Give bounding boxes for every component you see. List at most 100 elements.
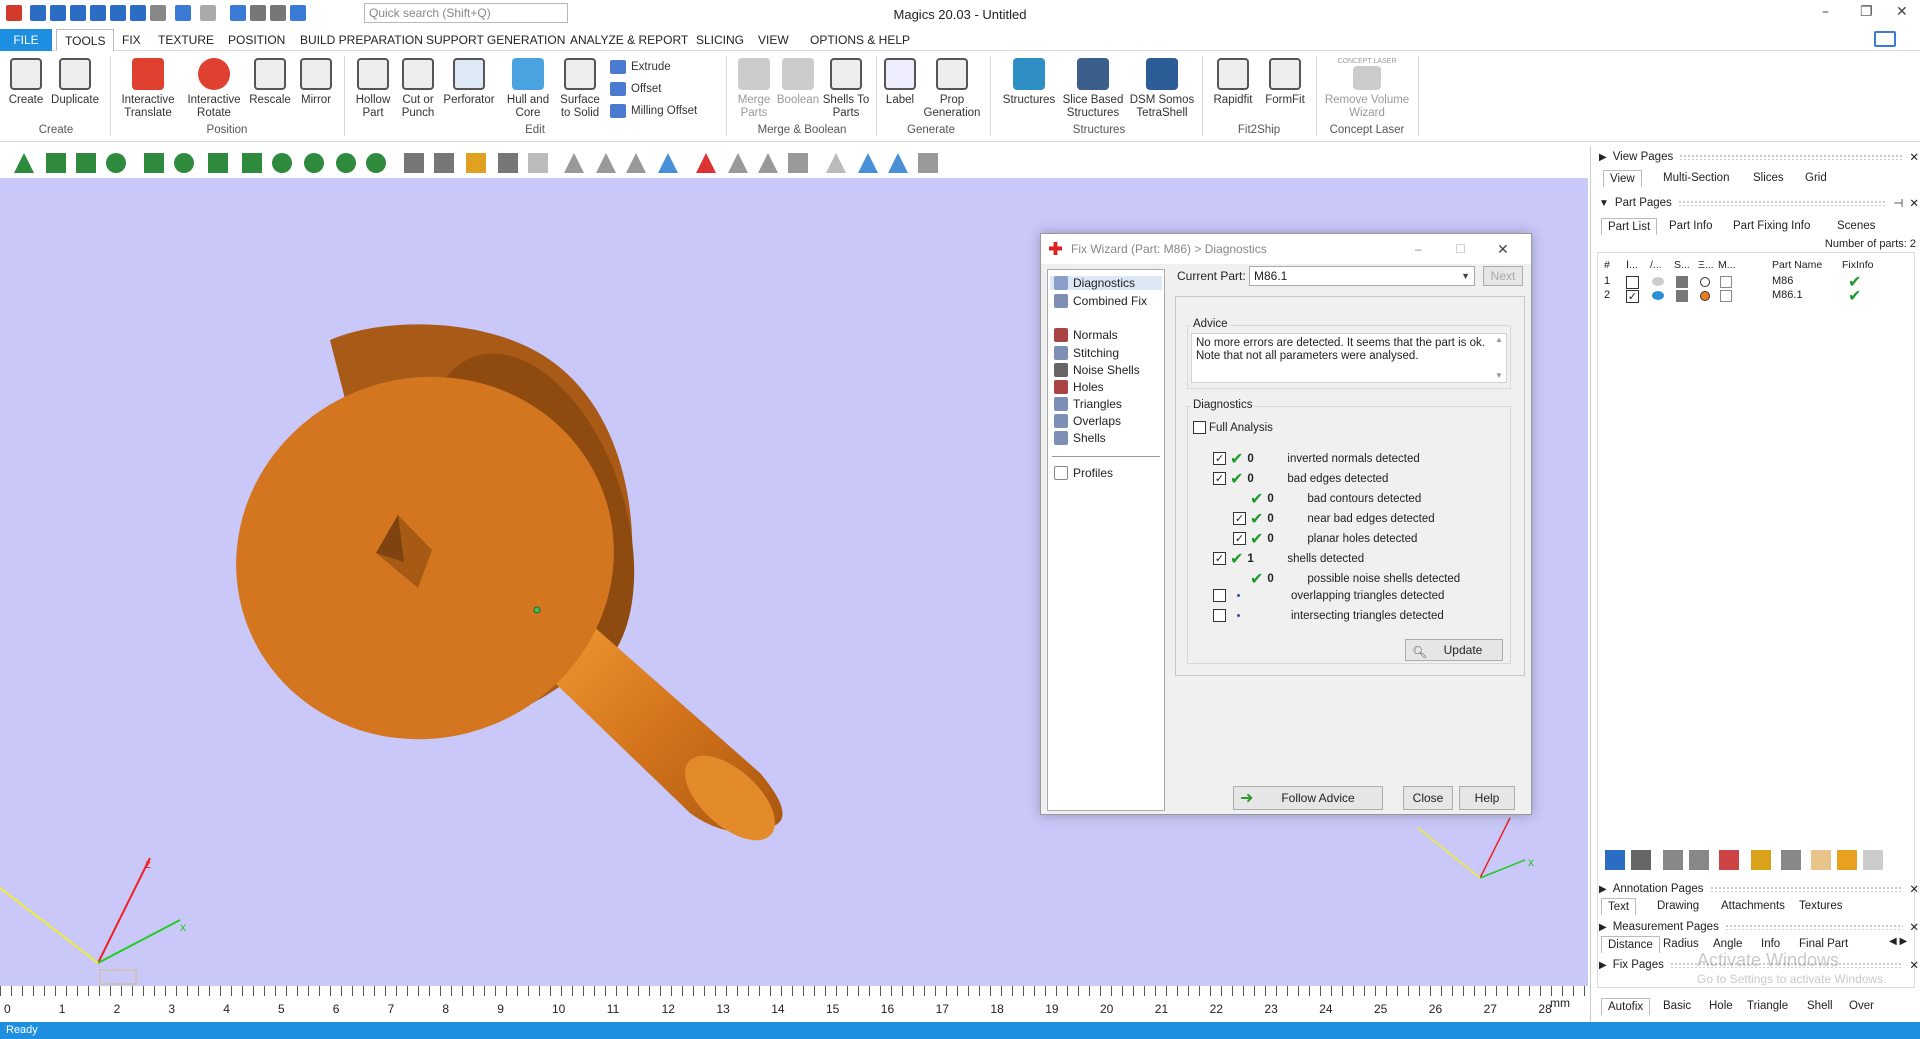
triangle-shrink-icon[interactable] xyxy=(888,153,908,173)
cut-or-punch-button[interactable]: Cut or Punch xyxy=(398,58,438,120)
table-row[interactable]: 1 M86 ✔ xyxy=(1598,272,1914,291)
import-part-icon[interactable] xyxy=(1605,850,1625,870)
diagnostic-checkbox[interactable] xyxy=(1213,609,1226,622)
menu-analyze-report[interactable]: ANALYZE & REPORT xyxy=(562,29,696,51)
nav-stitching[interactable]: Stitching xyxy=(1054,346,1119,360)
view-back-icon[interactable] xyxy=(498,153,518,173)
mark-cone-icon[interactable] xyxy=(336,153,356,173)
merge-parts-button[interactable]: Merge Parts xyxy=(732,58,776,120)
current-part-select[interactable]: M86.1 ▼ xyxy=(1249,266,1475,286)
minimize-icon[interactable]: – xyxy=(1822,4,1829,20)
view-wire-icon[interactable] xyxy=(434,153,454,173)
nav-triangles[interactable]: Triangles xyxy=(1054,397,1122,411)
menu-tools[interactable]: TOOLS xyxy=(56,29,115,51)
color-swatch-icon[interactable] xyxy=(1700,277,1710,287)
shading-icon[interactable] xyxy=(1676,290,1688,302)
fix-part-icon[interactable] xyxy=(1751,850,1771,870)
unmark-triangle-icon[interactable] xyxy=(564,153,584,173)
triangle-invert-icon[interactable] xyxy=(918,153,938,173)
view-hidden-icon[interactable] xyxy=(528,153,548,173)
mark-ellipse-icon[interactable] xyxy=(366,153,386,173)
pin-icon[interactable]: ⊣ xyxy=(1893,196,1903,210)
menu-build-preparation[interactable]: BUILD PREPARATION xyxy=(292,29,431,51)
copy-marked-icon[interactable] xyxy=(758,153,778,173)
mark-surface-icon[interactable] xyxy=(76,153,96,173)
nav-profiles[interactable]: Profiles xyxy=(1054,466,1113,480)
tab-part-fixing-info[interactable]: Part Fixing Info xyxy=(1727,218,1816,234)
perforator-button[interactable]: Perforator xyxy=(440,58,498,107)
invert-marked-icon[interactable] xyxy=(596,153,616,173)
separate-marked-icon[interactable] xyxy=(728,153,748,173)
nav-combined-fix[interactable]: Combined Fix xyxy=(1054,294,1147,308)
surface-to-solid-button[interactable]: Surface to Solid xyxy=(556,58,604,120)
label-button[interactable]: Label xyxy=(880,58,920,107)
dialog-minimize-icon[interactable]: – xyxy=(1415,234,1422,264)
tab-part-list[interactable]: Part List xyxy=(1601,218,1658,235)
diagnostic-checkbox[interactable] xyxy=(1213,589,1226,602)
eye-icon[interactable] xyxy=(1652,291,1664,300)
view-textured-icon[interactable] xyxy=(466,153,486,173)
triangle-select-icon[interactable] xyxy=(826,153,846,173)
tab-basic[interactable]: Basic xyxy=(1657,998,1697,1014)
mark-curve-icon[interactable] xyxy=(208,153,228,173)
mark-brush-icon[interactable] xyxy=(272,153,292,173)
diagnostic-checkbox[interactable]: ✓ xyxy=(1233,512,1246,525)
eye-icon[interactable] xyxy=(1652,277,1664,286)
rescale-button[interactable]: Rescale xyxy=(248,58,292,107)
unmark-all-icon[interactable] xyxy=(788,153,808,173)
color-part-icon[interactable] xyxy=(1811,850,1831,870)
milling-offset-button[interactable]: Milling Offset xyxy=(610,104,697,118)
nav-diagnostics[interactable]: Diagnostics xyxy=(1050,276,1162,290)
row-select-checkbox[interactable] xyxy=(1626,276,1639,289)
nav-normals[interactable]: Normals xyxy=(1054,328,1118,342)
tab-over[interactable]: Over xyxy=(1843,998,1880,1014)
remove-volume-wizard-button[interactable]: CONCEPT LASER Remove Volume Wizard xyxy=(1322,58,1412,120)
delete-part-icon[interactable] xyxy=(1719,850,1739,870)
close-icon[interactable]: ✕ xyxy=(1909,958,1919,972)
nav-holes[interactable]: Holes xyxy=(1054,380,1104,394)
part-pages-header[interactable]: ▼ Part Pages ⊣ ✕ xyxy=(1599,196,1919,210)
delete-marked-icon[interactable] xyxy=(696,153,716,173)
dialog-title-bar[interactable]: Fix Wizard (Part: M86) > Diagnostics – ☐… xyxy=(1041,234,1531,264)
measurement-pages-header[interactable]: ▶ Measurement Pages ✕ xyxy=(1599,920,1919,934)
mark-cylinder-icon[interactable] xyxy=(174,153,194,173)
next-button[interactable]: Next xyxy=(1483,266,1523,286)
mark-sphere-icon[interactable] xyxy=(304,153,324,173)
menu-view[interactable]: VIEW xyxy=(750,29,797,51)
dialog-close-icon[interactable]: ✕ xyxy=(1497,234,1509,264)
restore-icon[interactable]: ❐ xyxy=(1860,4,1873,20)
tab-view[interactable]: View xyxy=(1603,170,1642,187)
mark-contour-icon[interactable] xyxy=(242,153,262,173)
tab-textures[interactable]: Textures xyxy=(1793,898,1848,914)
close-icon[interactable]: ✕ xyxy=(1896,4,1908,20)
menu-fix[interactable]: FIX xyxy=(114,29,149,51)
group-part-icon[interactable] xyxy=(1781,850,1801,870)
tab-shell[interactable]: Shell xyxy=(1801,998,1839,1014)
annotation-pages-header[interactable]: ▶ Annotation Pages ✕ xyxy=(1599,882,1919,896)
shading-icon[interactable] xyxy=(1676,276,1688,288)
menu-texture[interactable]: TEXTURE xyxy=(150,29,222,51)
tab-scroll-arrows[interactable]: ◀ ▶ xyxy=(1889,936,1907,947)
slice-based-structures-button[interactable]: Slice Based Structures xyxy=(1062,58,1124,120)
diagnostic-checkbox[interactable]: ✓ xyxy=(1213,452,1226,465)
interactive-translate-button[interactable]: Interactive Translate xyxy=(116,58,180,120)
diagnostic-checkbox[interactable]: ✓ xyxy=(1233,532,1246,545)
row-select-checkbox[interactable]: ✓ xyxy=(1626,290,1639,303)
mark-all-icon[interactable] xyxy=(658,153,678,173)
full-analysis-checkbox[interactable]: Full Analysis xyxy=(1193,421,1273,434)
menu-slicing[interactable]: SLICING xyxy=(688,29,752,51)
mirror-button[interactable]: Mirror xyxy=(294,58,338,107)
tab-autofix[interactable]: Autofix xyxy=(1601,998,1651,1015)
load-part-icon[interactable] xyxy=(1631,850,1651,870)
close-icon[interactable]: ✕ xyxy=(1909,150,1919,164)
triangle-grow-icon[interactable] xyxy=(858,153,878,173)
mark-shell-icon[interactable] xyxy=(106,153,126,173)
tab-slices[interactable]: Slices xyxy=(1747,170,1790,186)
close-button[interactable]: Close xyxy=(1403,786,1453,810)
update-button[interactable]: 🔍︎ Update xyxy=(1405,639,1503,661)
tab-grid[interactable]: Grid xyxy=(1799,170,1833,186)
unload-part-icon[interactable] xyxy=(1663,850,1683,870)
close-icon[interactable]: ✕ xyxy=(1909,882,1919,896)
offset-button[interactable]: Offset xyxy=(610,82,661,96)
hull-and-core-button[interactable]: Hull and Core xyxy=(500,58,556,120)
